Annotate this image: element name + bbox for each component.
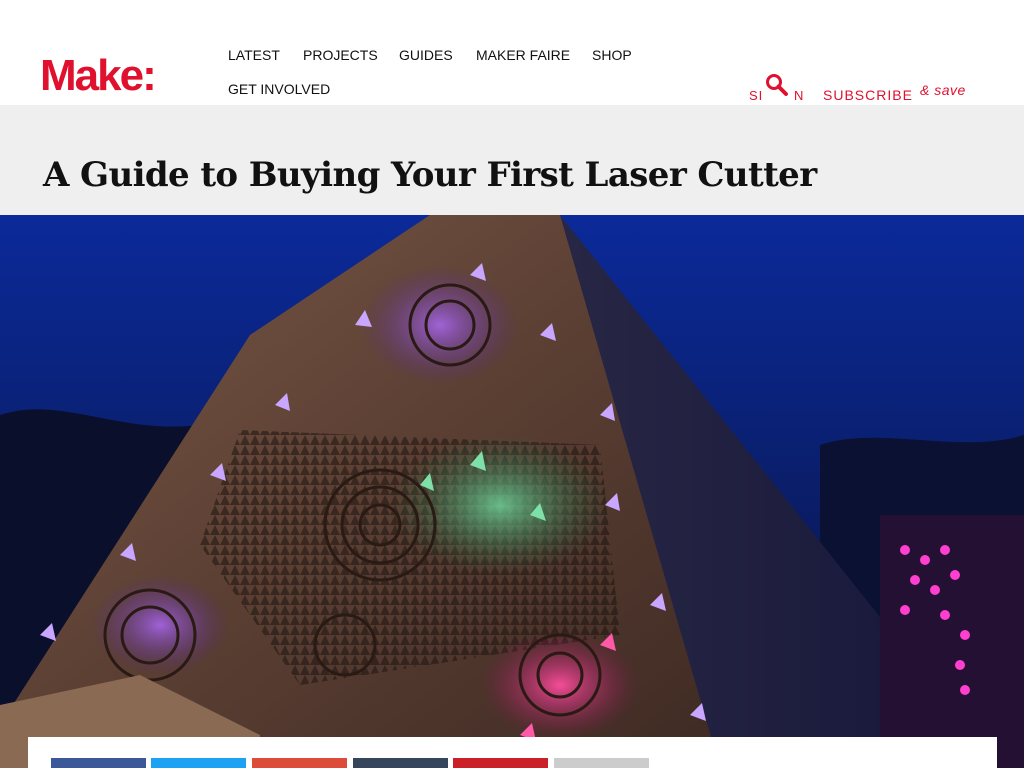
pinterest-share-button[interactable] bbox=[453, 758, 548, 768]
hero-image bbox=[0, 215, 1024, 768]
tumblr-share-button[interactable] bbox=[353, 758, 448, 768]
more-share-button[interactable] bbox=[554, 758, 649, 768]
nav-get-involved[interactable]: GET INVOLVED bbox=[228, 80, 330, 98]
nav-latest[interactable]: LATEST bbox=[228, 46, 280, 64]
search-icon[interactable] bbox=[764, 73, 790, 99]
facebook-share-button[interactable] bbox=[51, 758, 146, 768]
make-logo[interactable]: Make: bbox=[40, 50, 157, 102]
site-header: Make: LATEST PROJECTS GUIDES MAKER FAIRE… bbox=[0, 0, 1024, 105]
subscribe-link[interactable]: SUBSCRIBE bbox=[823, 87, 913, 103]
nav-projects[interactable]: PROJECTS bbox=[303, 46, 378, 64]
sign-in-link[interactable]: SI N bbox=[749, 73, 809, 103]
nav-guides[interactable]: GUIDES bbox=[399, 46, 453, 64]
laser-cut-pyramid-photo bbox=[0, 215, 1024, 768]
nav-shop[interactable]: SHOP bbox=[592, 46, 632, 64]
nav-maker-faire[interactable]: MAKER FAIRE bbox=[476, 46, 570, 64]
page-title: A Guide to Buying Your First Laser Cutte… bbox=[43, 155, 817, 195]
google-plus-share-button[interactable] bbox=[252, 758, 347, 768]
sign-in-text-start: SI bbox=[749, 88, 764, 103]
save-tagline: & save bbox=[920, 82, 966, 98]
share-panel bbox=[28, 737, 997, 768]
twitter-share-button[interactable] bbox=[151, 758, 246, 768]
title-band: A Guide to Buying Your First Laser Cutte… bbox=[0, 105, 1024, 215]
sign-in-text-end: N bbox=[794, 88, 805, 103]
